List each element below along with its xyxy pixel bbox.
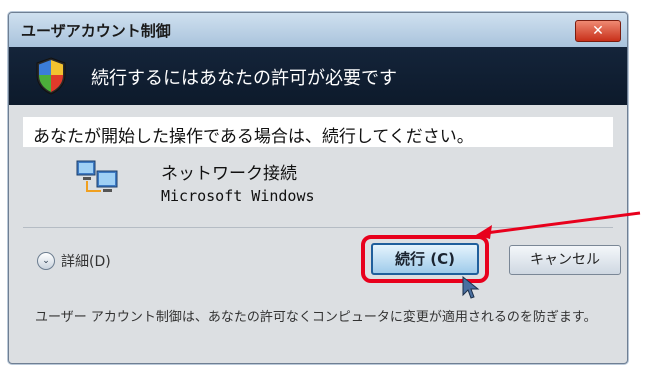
uac-dialog: ユーザアカウント制御 ✕ 続行するにはあなたの許可が必要です あなたが開始した操… bbox=[8, 12, 628, 364]
details-label[interactable]: 詳細(D) bbox=[61, 251, 111, 271]
program-name: ネットワーク接続 bbox=[161, 164, 297, 184]
red-arrow-annotation bbox=[476, 211, 641, 239]
details-toggle[interactable]: ⌄ 詳細(D) bbox=[37, 251, 111, 271]
title-bar: ユーザアカウント制御 ✕ bbox=[9, 13, 627, 47]
chevron-down-icon[interactable]: ⌄ bbox=[37, 252, 55, 270]
program-publisher: Microsoft Windows bbox=[161, 187, 315, 205]
footer-note: ユーザー アカウント制御は、あなたの許可なくコンピュータに変更が適用されるのを防… bbox=[35, 310, 597, 325]
shield-icon bbox=[36, 57, 66, 95]
instruction-panel: あなたが開始した操作である場合は、続行してください。 bbox=[23, 117, 613, 147]
network-connections-icon bbox=[76, 160, 118, 192]
close-button[interactable]: ✕ bbox=[575, 20, 621, 42]
header-message: 続行するにはあなたの許可が必要です bbox=[91, 68, 397, 89]
header-band: 続行するにはあなたの許可が必要です bbox=[9, 47, 627, 105]
instruction-text: あなたが開始した操作である場合は、続行してください。 bbox=[33, 127, 474, 147]
window-title: ユーザアカウント制御 bbox=[21, 22, 171, 40]
mouse-cursor-icon bbox=[462, 275, 480, 299]
